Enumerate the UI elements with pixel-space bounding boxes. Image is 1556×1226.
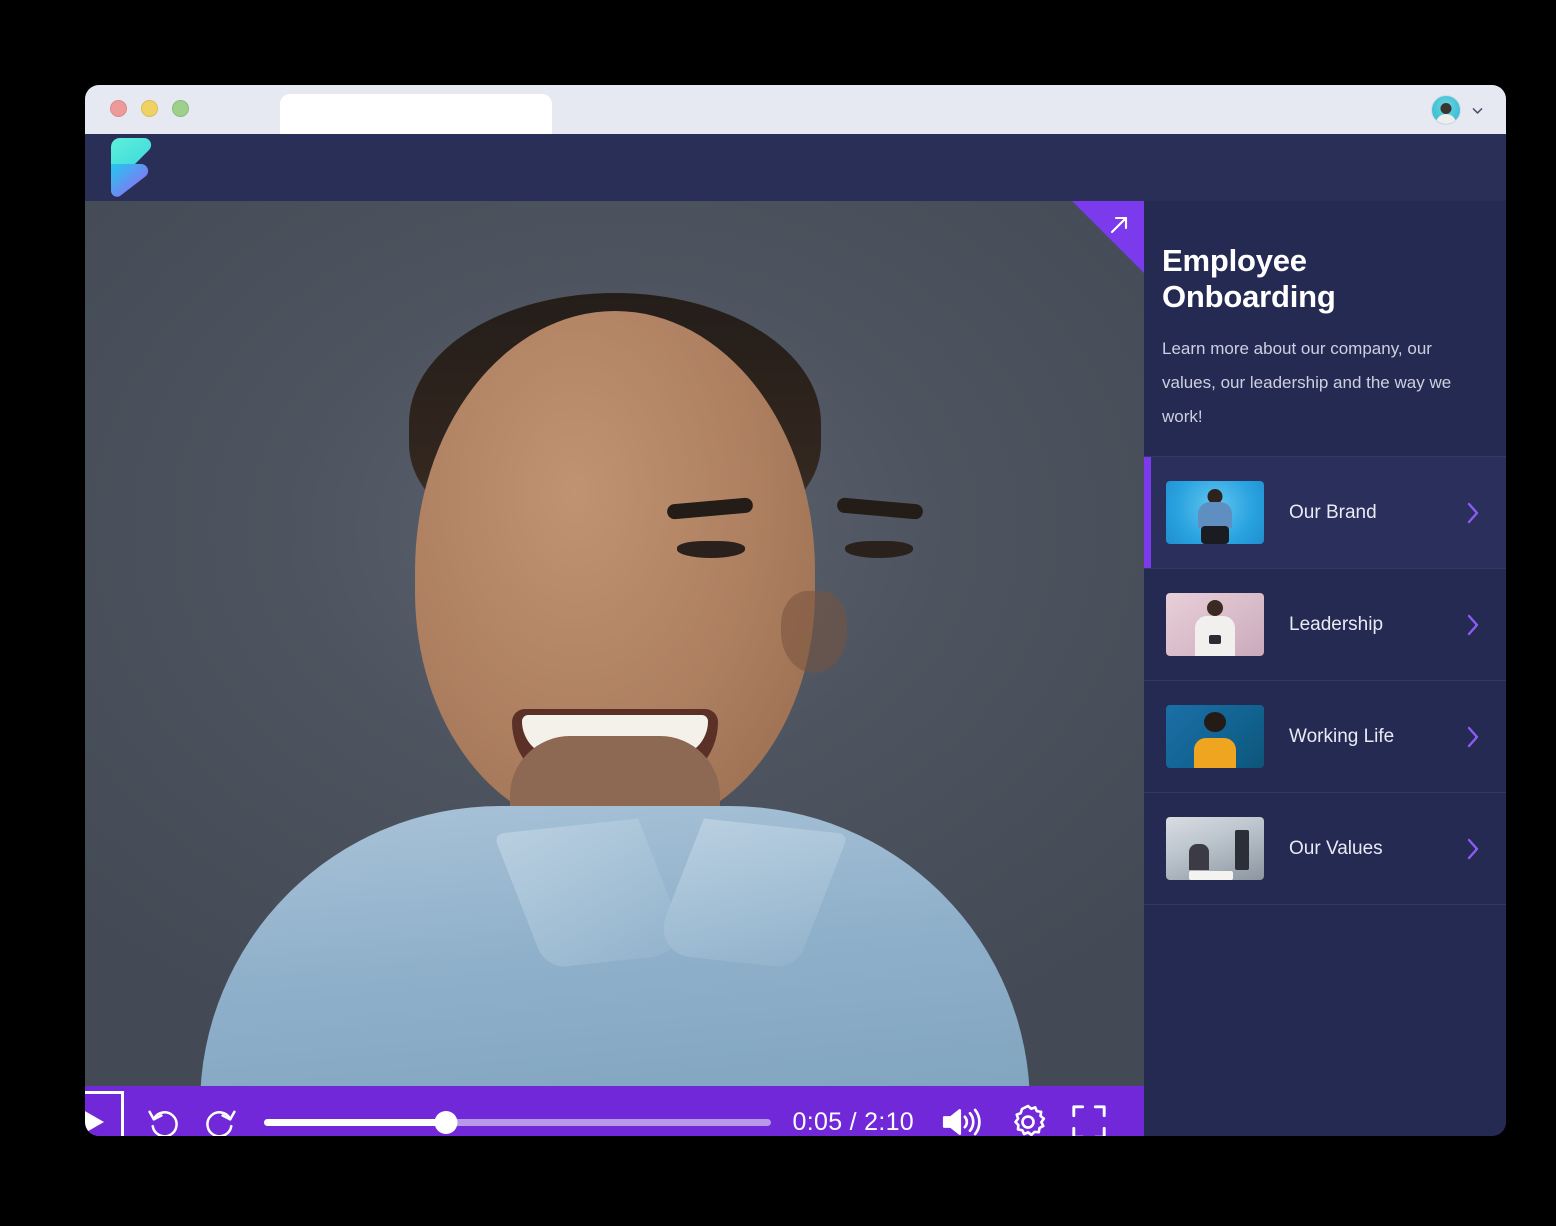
playlist-item-label: Our Values (1264, 838, 1466, 860)
app-logo[interactable] (107, 138, 153, 198)
play-button[interactable] (85, 1091, 124, 1136)
avatar-face (1441, 103, 1452, 114)
thumb-torso (1198, 502, 1232, 528)
expand-arrow-icon (1107, 213, 1131, 237)
minimize-window-button[interactable] (141, 100, 158, 117)
volume-icon (940, 1104, 982, 1136)
thumb-desk (1189, 871, 1233, 880)
chevron-right-icon[interactable] (1466, 613, 1480, 637)
screen-root: 0:05 / 2:10 (0, 0, 1556, 1226)
chevron-right-icon[interactable] (1466, 725, 1480, 749)
playlist-sidebar: Employee Onboarding Learn more about our… (1144, 201, 1506, 1136)
avatar[interactable] (1431, 95, 1461, 125)
play-icon (85, 1108, 106, 1136)
playlist-item-label: Our Brand (1264, 502, 1466, 524)
playlist-thumbnail (1166, 705, 1264, 768)
chevron-right-icon[interactable] (1466, 501, 1480, 525)
chevron-down-icon[interactable] (1471, 104, 1484, 117)
playlist-thumbnail (1166, 481, 1264, 544)
window-traffic-lights (110, 100, 189, 117)
app-body: 0:05 / 2:10 (85, 201, 1506, 1136)
thumb-torso (1194, 738, 1236, 768)
expand-corner-triangle (1072, 201, 1144, 273)
browser-tab[interactable] (280, 94, 552, 134)
page-subtitle: Learn more about our company, our values… (1162, 332, 1452, 434)
thumb-person (1189, 844, 1209, 870)
thumb-phone (1209, 635, 1221, 644)
fullscreen-icon (1070, 1103, 1108, 1136)
thumb-monitor (1235, 830, 1249, 870)
playlist-item-our-brand[interactable]: Our Brand (1144, 456, 1506, 568)
time-display: 0:05 / 2:10 (793, 1108, 914, 1137)
video-control-bar: 0:05 / 2:10 (85, 1086, 1144, 1136)
rewind-button[interactable] (146, 1104, 182, 1136)
playlist-item-label: Working Life (1264, 726, 1466, 748)
playlist-item-working-life[interactable]: Working Life (1144, 680, 1506, 792)
poster-brow-right (837, 497, 924, 519)
video-poster-image (85, 201, 1144, 1136)
volume-button[interactable] (940, 1104, 982, 1136)
maximize-window-button[interactable] (172, 100, 189, 117)
playlist-thumbnail (1166, 593, 1264, 656)
poster-nose (781, 591, 847, 673)
seek-thumb[interactable] (435, 1111, 458, 1134)
seek-progress (264, 1119, 446, 1126)
playlist-end-divider (1144, 904, 1506, 905)
browser-window: 0:05 / 2:10 (85, 85, 1506, 1136)
forward-button[interactable] (202, 1104, 238, 1136)
app-header (85, 134, 1506, 201)
close-window-button[interactable] (110, 100, 127, 117)
poster-eye-left (677, 541, 745, 558)
video-player[interactable]: 0:05 / 2:10 (85, 201, 1144, 1136)
browser-chrome-bar (85, 85, 1506, 134)
poster-eye-right (845, 541, 913, 558)
playlist-item-label: Leadership (1264, 614, 1466, 636)
expand-video-button[interactable] (1072, 201, 1144, 273)
page-title: Employee Onboarding (1162, 243, 1478, 315)
thumb-legs (1201, 526, 1229, 544)
chevron-right-icon[interactable] (1466, 837, 1480, 861)
rewind-icon (146, 1104, 182, 1136)
avatar-body (1436, 114, 1457, 125)
playlist-header: Employee Onboarding Learn more about our… (1144, 201, 1506, 456)
gear-icon (1008, 1102, 1048, 1136)
forward-icon (202, 1104, 238, 1136)
playlist-item-our-values[interactable]: Our Values (1144, 792, 1506, 904)
fullscreen-button[interactable] (1070, 1103, 1108, 1136)
account-menu[interactable] (1431, 94, 1484, 126)
thumb-hair (1204, 712, 1226, 732)
settings-button[interactable] (1008, 1102, 1048, 1136)
seek-bar[interactable] (264, 1086, 771, 1136)
thumb-head (1207, 600, 1223, 616)
playlist-item-leadership[interactable]: Leadership (1144, 568, 1506, 680)
playlist-thumbnail (1166, 817, 1264, 880)
